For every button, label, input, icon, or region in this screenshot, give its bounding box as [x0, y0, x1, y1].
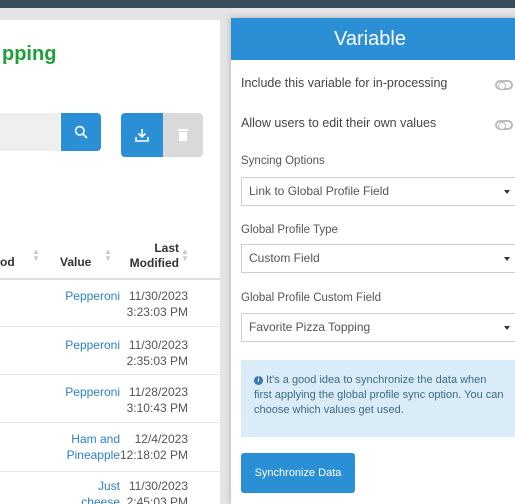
search-icon: [74, 125, 88, 139]
variable-modal: Variable Include this variable for in-pr…: [231, 18, 515, 504]
synchronize-data-label: Synchronize Data: [254, 467, 342, 479]
download-button[interactable]: [121, 113, 163, 157]
value-line1[interactable]: Ham and: [71, 432, 120, 446]
download-icon: [135, 129, 149, 142]
column-header-last-modified-line1[interactable]: Last: [120, 241, 179, 255]
date-text: 11/28/2023: [128, 385, 188, 399]
time-text: 2:45:03 PM: [126, 495, 188, 504]
row-divider: [0, 374, 220, 375]
sort-icon[interactable]: ▲ ▼: [32, 248, 40, 263]
info-icon: i: [254, 376, 263, 385]
cell-value[interactable]: Just cheese: [40, 478, 120, 504]
allow-label: Allow users to edit their own values: [241, 116, 437, 130]
search-button[interactable]: [61, 113, 101, 151]
time-text: 12:18:02 PM: [119, 448, 188, 462]
search-input[interactable]: [0, 113, 60, 151]
syncing-options-label: Syncing Options: [241, 155, 325, 167]
include-toggle[interactable]: [495, 80, 513, 90]
date-text: 11/30/2023: [128, 289, 188, 303]
time-text: 3:23:03 PM: [126, 305, 188, 319]
value-line1[interactable]: Just: [98, 479, 120, 493]
time-text: 3:10:43 PM: [126, 401, 188, 415]
cell-last-modified: 11/28/2023 3:10:43 PM: [118, 384, 188, 416]
column-header-value[interactable]: Value: [60, 255, 91, 269]
info-alert: i It's a good idea to synchronize the dat…: [241, 360, 515, 437]
page-title: pping: [2, 43, 57, 65]
sort-icon[interactable]: ▲ ▼: [181, 248, 189, 263]
delete-button[interactable]: [163, 113, 203, 157]
background-page: pping od ▲ ▼ Value ▲ ▼ Last Modified ▲ ▼ Pe…: [0, 20, 220, 504]
column-header-method[interactable]: od: [0, 255, 15, 269]
syncing-options-select[interactable]: Link to Global Profile Field: [241, 177, 515, 206]
cell-value[interactable]: Pepperoni: [40, 337, 120, 353]
allow-toggle[interactable]: [495, 120, 513, 130]
date-text: 11/30/2023: [128, 338, 188, 352]
cell-last-modified: 11/30/2023 2:35:03 PM: [118, 337, 188, 369]
modal-title: Variable: [334, 27, 406, 50]
toggle-knob: [498, 82, 506, 90]
trash-icon: [178, 129, 188, 141]
sort-icon[interactable]: ▲ ▼: [104, 248, 112, 263]
global-profile-type-select[interactable]: Custom Field: [241, 244, 515, 273]
global-profile-custom-field-label: Global Profile Custom Field: [241, 292, 381, 304]
global-profile-custom-field-value: Favorite Pizza Topping: [249, 320, 371, 334]
row-divider: [0, 471, 220, 472]
value-line1[interactable]: Pepperoni: [65, 338, 120, 352]
row-divider: [0, 326, 220, 327]
global-profile-custom-field-select[interactable]: Favorite Pizza Topping: [241, 313, 515, 342]
cell-value[interactable]: Pepperoni: [40, 288, 120, 304]
syncing-options-value: Link to Global Profile Field: [249, 184, 390, 198]
row-divider: [0, 422, 220, 423]
top-bar: [0, 0, 515, 8]
caret-down-icon: [504, 326, 510, 330]
toggle-knob: [498, 122, 506, 130]
column-header-last-modified-line2[interactable]: Modified: [120, 256, 179, 270]
caret-down-icon: [504, 190, 510, 194]
info-text: It's a good idea to synchronize the data…: [254, 374, 504, 416]
table-header-divider: [0, 278, 220, 280]
value-line2[interactable]: Pineapple: [67, 448, 120, 462]
cell-last-modified: 11/30/2023 2:45:03 PM: [118, 478, 188, 504]
global-profile-type-value: Custom Field: [249, 251, 320, 265]
cell-last-modified: 11/30/2023 3:23:03 PM: [118, 288, 188, 320]
cell-value[interactable]: Pepperoni: [40, 384, 120, 400]
synchronize-data-button[interactable]: Synchronize Data: [241, 453, 355, 493]
date-text: 12/4/2023: [134, 432, 188, 446]
value-line1[interactable]: Pepperoni: [65, 385, 120, 399]
include-label: Include this variable for in-processing: [241, 76, 448, 90]
value-line2[interactable]: cheese: [81, 495, 120, 504]
caret-down-icon: [504, 257, 510, 261]
cell-last-modified: 12/4/2023 12:18:02 PM: [118, 431, 188, 463]
modal-header: Variable: [231, 18, 515, 60]
global-profile-type-label: Global Profile Type: [241, 224, 338, 236]
cell-value[interactable]: Ham and Pineapple: [40, 431, 120, 463]
time-text: 2:35:03 PM: [126, 354, 188, 368]
value-line1[interactable]: Pepperoni: [65, 289, 120, 303]
date-text: 11/30/2023: [128, 479, 188, 493]
